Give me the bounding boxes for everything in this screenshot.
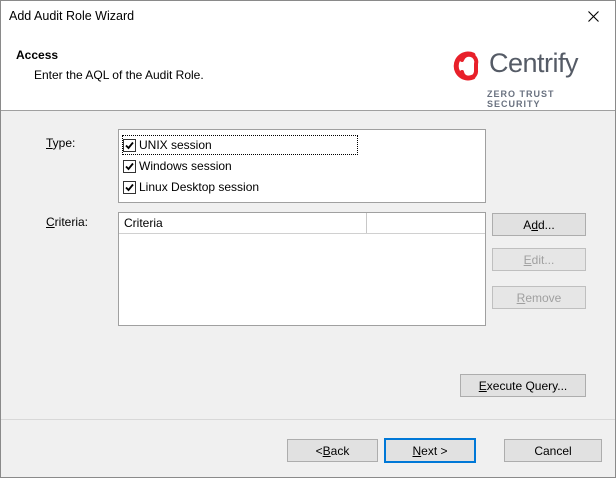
criteria-grid-header: Criteria bbox=[119, 213, 485, 234]
check-icon bbox=[125, 141, 134, 149]
page-title: Access bbox=[16, 48, 59, 62]
edit-button[interactable]: Edit... bbox=[492, 248, 586, 271]
wizard-window: Add Audit Role Wizard Access Enter the A… bbox=[0, 0, 616, 478]
logo-tagline: ZERO TRUST SECURITY bbox=[487, 89, 555, 109]
type-option-label: Linux Desktop session bbox=[139, 180, 260, 194]
column-header-blank[interactable] bbox=[367, 213, 485, 233]
criteria-label: Criteria: bbox=[46, 215, 89, 229]
type-option-windows[interactable]: Windows session bbox=[123, 157, 236, 175]
type-label: Type: bbox=[46, 136, 76, 150]
type-option-unix[interactable]: UNIX session bbox=[122, 135, 358, 155]
close-button[interactable] bbox=[571, 1, 615, 31]
column-header-criteria[interactable]: Criteria bbox=[119, 213, 367, 233]
windows-checkbox[interactable] bbox=[123, 159, 136, 173]
footer-divider bbox=[1, 419, 615, 420]
cancel-button[interactable]: Cancel bbox=[504, 439, 602, 462]
back-button[interactable]: < Back bbox=[287, 439, 378, 462]
centrify-logo-icon bbox=[453, 51, 479, 81]
session-type-list[interactable]: UNIX session Windows session Linux Deskt… bbox=[118, 129, 486, 203]
wizard-header: Access Enter the AQL of the Audit Role. … bbox=[1, 31, 615, 111]
type-option-label: UNIX session bbox=[139, 138, 212, 152]
execute-query-button[interactable]: Execute Query... bbox=[460, 374, 586, 397]
logo-name: Centrify bbox=[489, 48, 579, 78]
check-icon bbox=[125, 162, 134, 170]
remove-button[interactable]: Remove bbox=[492, 286, 586, 309]
next-button[interactable]: Next > bbox=[384, 438, 476, 463]
type-option-label: Windows session bbox=[139, 159, 232, 173]
title-bar[interactable]: Add Audit Role Wizard bbox=[1, 1, 615, 31]
close-icon bbox=[587, 10, 599, 22]
linux-desktop-checkbox[interactable] bbox=[123, 180, 136, 194]
criteria-grid[interactable]: Criteria bbox=[118, 212, 486, 326]
unix-checkbox[interactable] bbox=[123, 138, 136, 152]
page-subtitle: Enter the AQL of the Audit Role. bbox=[34, 68, 204, 82]
window-title: Add Audit Role Wizard bbox=[9, 9, 135, 23]
add-button[interactable]: Ad d... bbox=[492, 213, 586, 236]
check-icon bbox=[125, 183, 134, 191]
type-option-linux-desktop[interactable]: Linux Desktop session bbox=[123, 178, 263, 196]
centrify-logo: Centrify ZERO TRUST SECURITY bbox=[449, 45, 599, 109]
